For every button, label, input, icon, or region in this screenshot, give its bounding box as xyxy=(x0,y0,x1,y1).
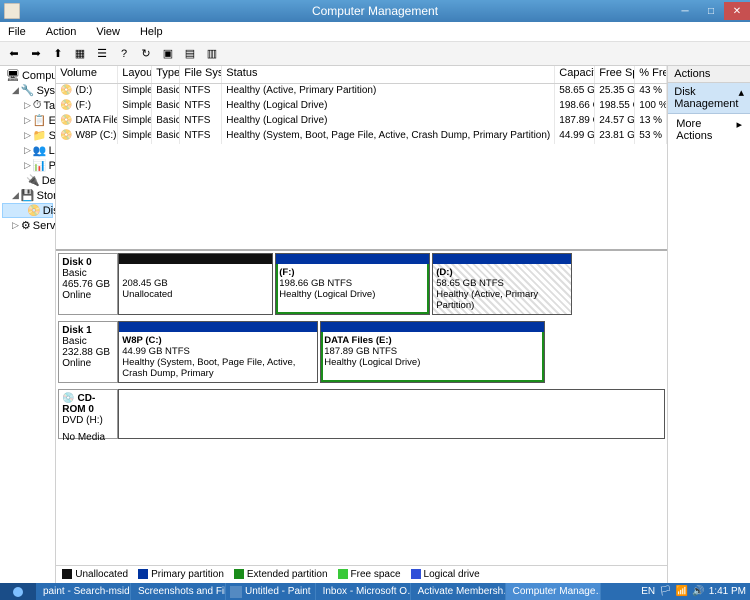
tree-services[interactable]: ▷⚙ Services and Applications xyxy=(2,218,53,233)
taskbar-item[interactable]: Untitled - Paint xyxy=(226,583,316,600)
disk-1-row[interactable]: Disk 1 Basic 232.88 GB Online W8P (C:)44… xyxy=(58,321,665,383)
taskbar[interactable]: paint - Search-msid…Screenshots and Fil…… xyxy=(0,583,750,600)
taskbar-item[interactable]: Screenshots and Fil… xyxy=(131,583,226,600)
actions-pane: Actions Disk Management▴ More Actions▸ xyxy=(668,66,750,583)
tree-device-manager[interactable]: 🔌 Device Manager xyxy=(2,173,53,188)
toolbar: ⬅ ➡ ⬆ ▦ ☰ ? ↻ ▣ ▤ ▥ xyxy=(0,42,750,66)
app-icon xyxy=(4,3,20,19)
tray-lang-icon[interactable]: EN xyxy=(641,586,655,597)
content-pane: Volume Layout Type File System Status Ca… xyxy=(56,66,668,583)
menu-help[interactable]: Help xyxy=(136,24,167,40)
table-row[interactable]: 📀 W8P (C:)SimpleBasicNTFSHealthy (System… xyxy=(56,129,667,144)
navigation-tree[interactable]: 🖥 Computer Management (Local ◢🔧 System T… xyxy=(0,66,56,583)
disk-graphical-view[interactable]: Disk 0 Basic 465.76 GB Online 208.45 GBU… xyxy=(56,249,667,583)
col-capacity[interactable]: Capacity xyxy=(555,66,595,83)
tray-network-icon[interactable]: 📶 xyxy=(676,586,688,597)
cdrom-header[interactable]: 💿 CD-ROM 0 DVD (H:) No Media xyxy=(58,389,118,439)
toolbar-btn-b[interactable]: ▤ xyxy=(180,44,200,64)
tray-flag-icon[interactable]: 🏳 xyxy=(659,586,672,597)
legend-extended: Extended partition xyxy=(234,569,328,580)
table-row[interactable]: 📀 (F:)SimpleBasicNTFSHealthy (Logical Dr… xyxy=(56,99,667,114)
menu-action[interactable]: Action xyxy=(42,24,81,40)
partition[interactable]: W8P (C:)44.99 GB NTFSHealthy (System, Bo… xyxy=(118,321,318,383)
col-status[interactable]: Status xyxy=(222,66,555,83)
taskbar-item[interactable]: Inbox - Microsoft O… xyxy=(316,583,411,600)
actions-section-disk-mgmt[interactable]: Disk Management▴ xyxy=(668,83,750,114)
taskbar-item[interactable]: paint - Search-msid… xyxy=(36,583,131,600)
col-type[interactable]: Type xyxy=(152,66,180,83)
legend-logical: Logical drive xyxy=(411,569,480,580)
show-hide-tree-button[interactable]: ▦ xyxy=(70,44,90,64)
menu-bar: File Action View Help xyxy=(0,22,750,42)
taskbar-item[interactable]: Computer Manage… xyxy=(506,583,601,600)
tree-system-tools[interactable]: ◢🔧 System Tools xyxy=(2,83,53,98)
tree-disk-management[interactable]: 📀 Disk Management xyxy=(2,203,53,218)
partition[interactable]: DATA Files (E:)187.89 GB NTFSHealthy (Lo… xyxy=(320,321,545,383)
cdrom-row[interactable]: 💿 CD-ROM 0 DVD (H:) No Media xyxy=(58,389,665,439)
toolbar-btn-c[interactable]: ▥ xyxy=(202,44,222,64)
tree-storage[interactable]: ◢💾 Storage xyxy=(2,188,53,203)
partition[interactable]: (F:)198.66 GB NTFSHealthy (Logical Drive… xyxy=(275,253,430,315)
legend-primary: Primary partition xyxy=(138,569,224,580)
disk-0-row[interactable]: Disk 0 Basic 465.76 GB Online 208.45 GBU… xyxy=(58,253,665,315)
col-pct-free[interactable]: % Free xyxy=(635,66,667,83)
disk-0-header[interactable]: Disk 0 Basic 465.76 GB Online xyxy=(58,253,118,315)
maximize-button[interactable]: □ xyxy=(698,2,724,20)
system-tray[interactable]: EN 🏳 📶 🔊 1:41 PM xyxy=(641,586,750,597)
tray-clock[interactable]: 1:41 PM xyxy=(709,586,746,597)
back-button[interactable]: ⬅ xyxy=(4,44,24,64)
tree-root[interactable]: 🖥 Computer Management (Local xyxy=(2,68,53,83)
col-filesystem[interactable]: File System xyxy=(180,66,222,83)
tray-volume-icon[interactable]: 🔊 xyxy=(692,586,704,597)
start-button[interactable] xyxy=(0,583,36,600)
partition[interactable]: (D:)58.65 GB NTFSHealthy (Active, Primar… xyxy=(432,253,572,315)
help-toolbar-button[interactable]: ? xyxy=(114,44,134,64)
properties-button[interactable]: ☰ xyxy=(92,44,112,64)
minimize-button[interactable]: ─ xyxy=(672,2,698,20)
volume-grid-header: Volume Layout Type File System Status Ca… xyxy=(56,66,667,84)
menu-view[interactable]: View xyxy=(92,24,124,40)
legend: Unallocated Primary partition Extended p… xyxy=(56,565,667,583)
partition[interactable]: 208.45 GBUnallocated xyxy=(118,253,273,315)
title-bar: Computer Management ─ □ ✕ xyxy=(0,0,750,22)
chevron-right-icon: ▸ xyxy=(736,118,742,142)
col-layout[interactable]: Layout xyxy=(118,66,152,83)
tree-shared-folders[interactable]: ▷📁 Shared Folders xyxy=(2,128,53,143)
close-button[interactable]: ✕ xyxy=(724,2,750,20)
tree-event-viewer[interactable]: ▷📋 Event Viewer xyxy=(2,113,53,128)
table-row[interactable]: 📀 DATA Files (E:)SimpleBasicNTFSHealthy … xyxy=(56,114,667,129)
tree-task-scheduler[interactable]: ▷⏱ Task Scheduler xyxy=(2,98,53,113)
actions-header: Actions xyxy=(668,66,750,83)
volume-grid-body[interactable]: 📀 (D:)SimpleBasicNTFSHealthy (Active, Pr… xyxy=(56,84,667,249)
tree-local-users[interactable]: ▷👥 Local Users and Groups xyxy=(2,143,53,158)
refresh-button[interactable]: ↻ xyxy=(136,44,156,64)
col-free-space[interactable]: Free Space xyxy=(595,66,635,83)
window-title: Computer Management xyxy=(312,4,438,18)
cdrom-empty[interactable] xyxy=(118,389,665,439)
actions-more[interactable]: More Actions▸ xyxy=(668,114,750,146)
collapse-icon: ▴ xyxy=(738,86,744,110)
legend-free: Free space xyxy=(338,569,401,580)
taskbar-item[interactable]: Activate Membersh… xyxy=(411,583,506,600)
toolbar-btn-a[interactable]: ▣ xyxy=(158,44,178,64)
legend-unallocated: Unallocated xyxy=(62,569,128,580)
table-row[interactable]: 📀 (D:)SimpleBasicNTFSHealthy (Active, Pr… xyxy=(56,84,667,99)
up-button[interactable]: ⬆ xyxy=(48,44,68,64)
forward-button[interactable]: ➡ xyxy=(26,44,46,64)
menu-file[interactable]: File xyxy=(4,24,30,40)
col-volume[interactable]: Volume xyxy=(56,66,118,83)
disk-1-header[interactable]: Disk 1 Basic 232.88 GB Online xyxy=(58,321,118,383)
tree-performance[interactable]: ▷📊 Performance xyxy=(2,158,53,173)
